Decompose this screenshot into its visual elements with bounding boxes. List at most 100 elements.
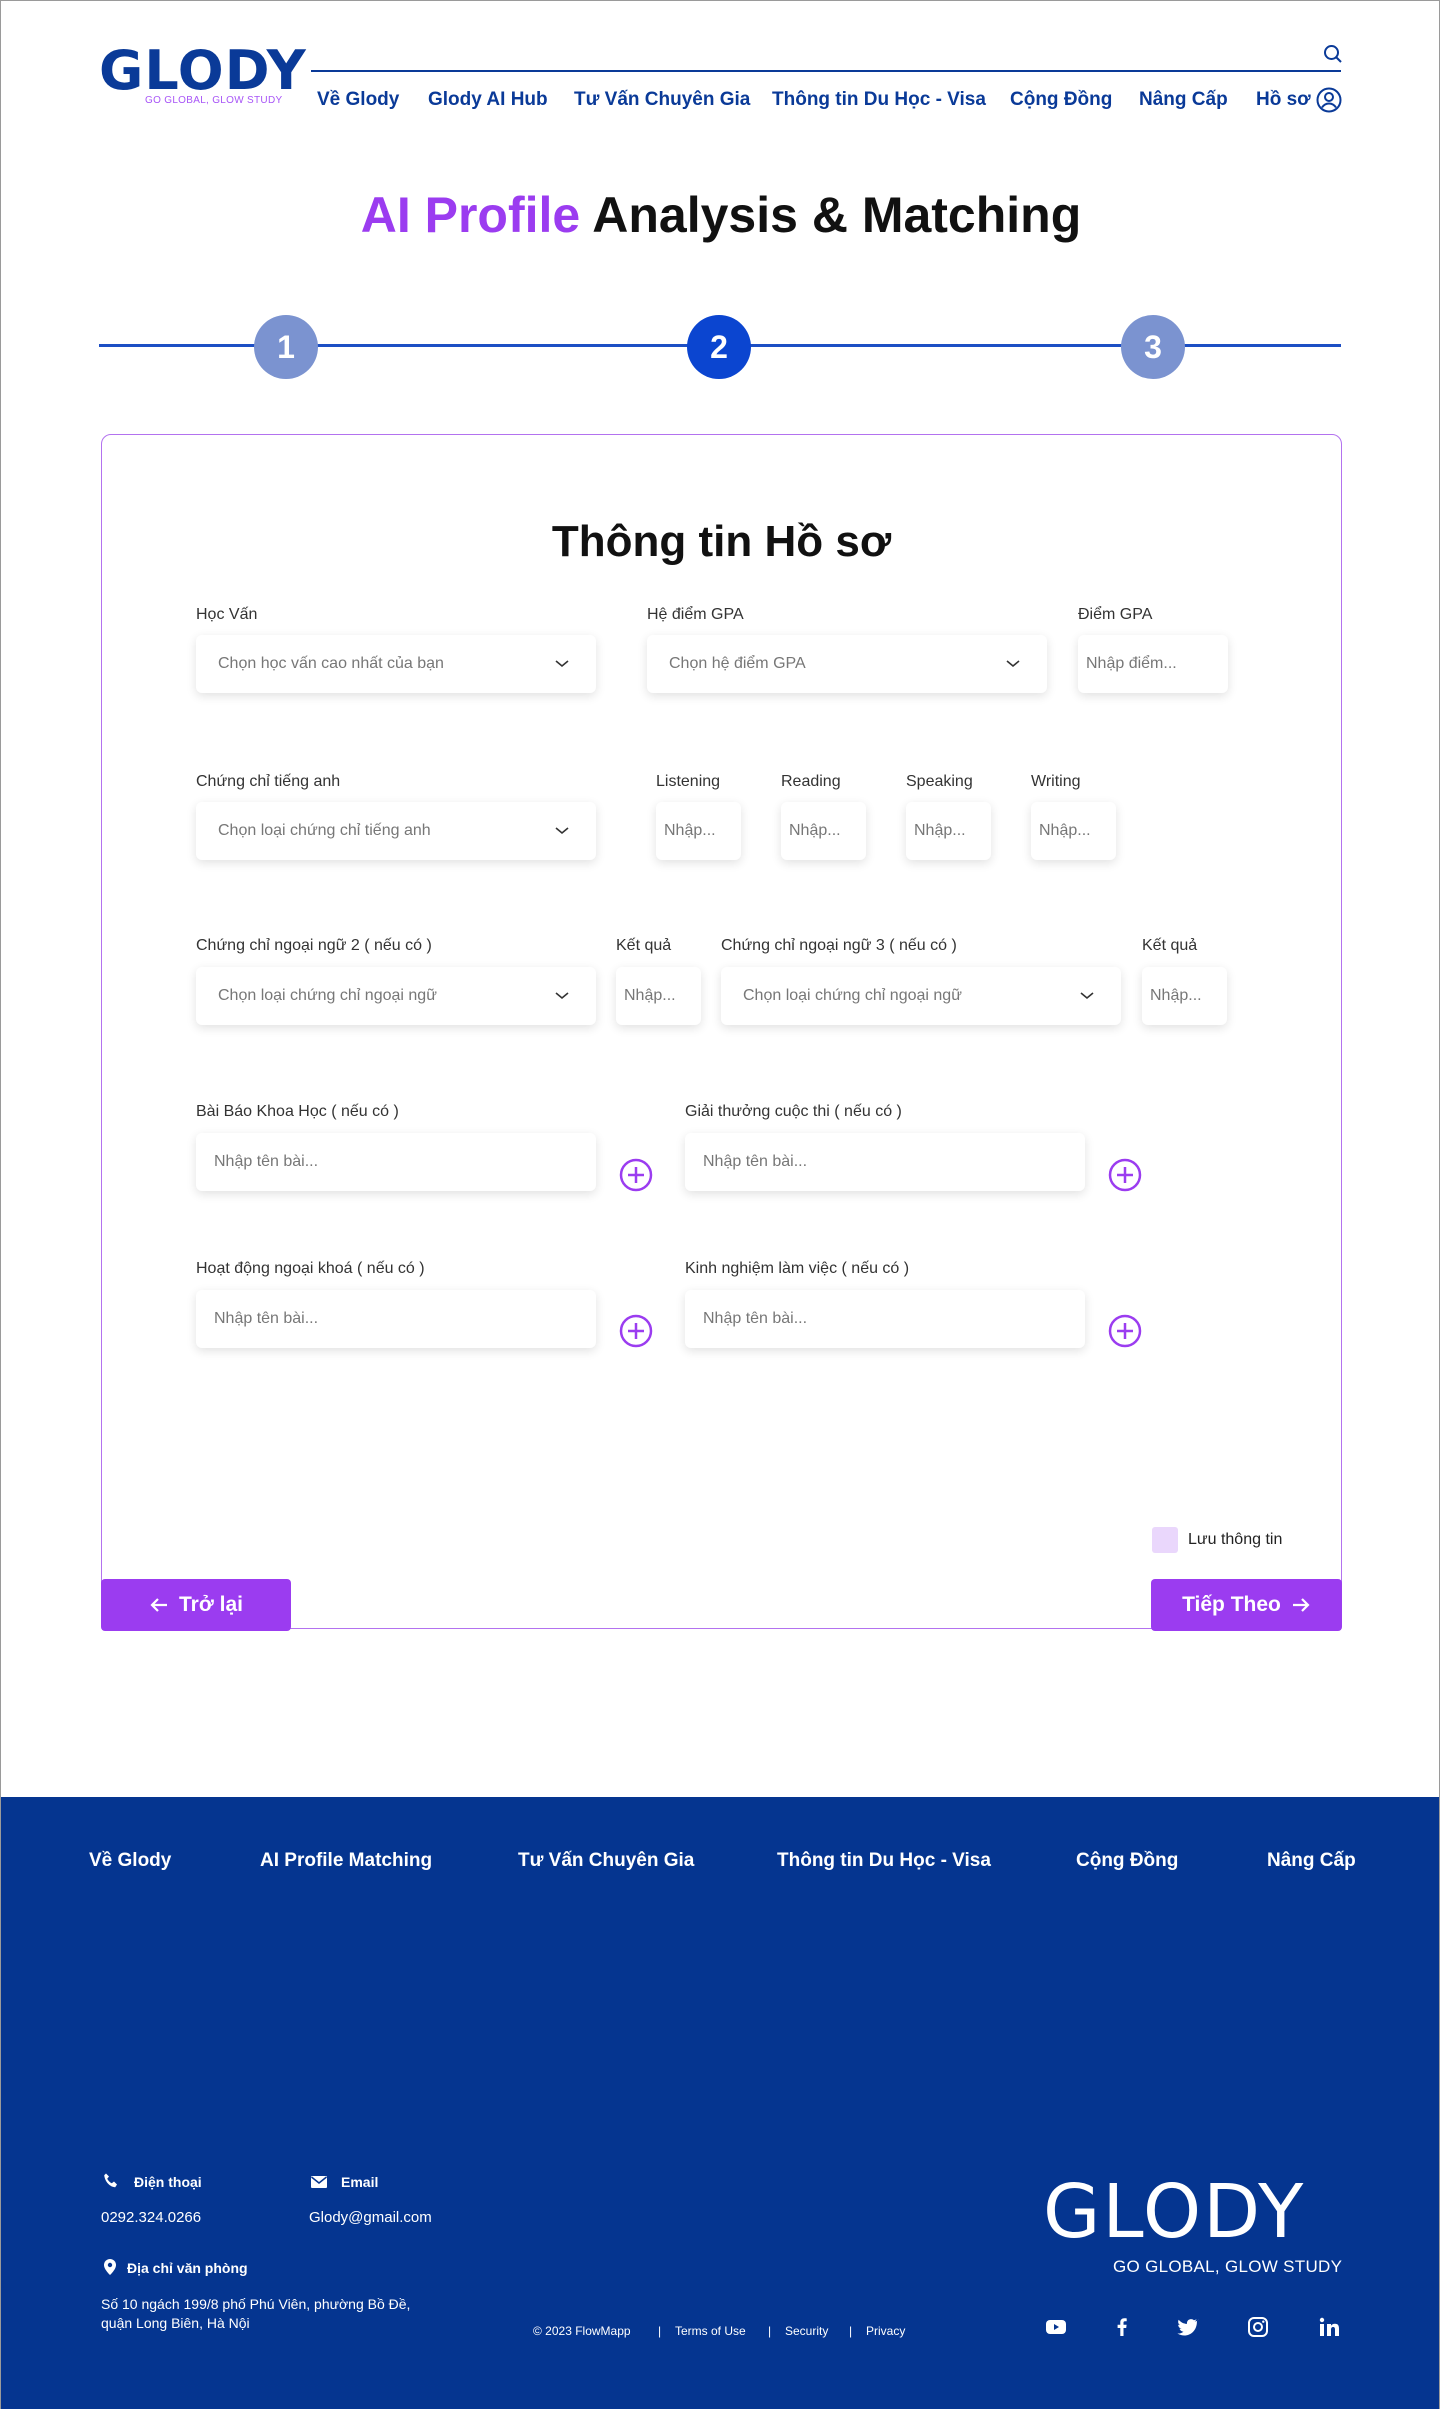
copyright: © 2023 FlowMapp [533,2324,631,2338]
gpa-input[interactable]: Nhập điểm... [1078,635,1228,693]
lang3-result-input[interactable]: Nhập... [1142,967,1227,1025]
awards-label: Giải thưởng cuộc thi ( nếu có ) [685,1103,902,1120]
lang3-select[interactable]: Chọn loại chứng chỉ ngoại ngữ [721,967,1121,1025]
twitter-icon[interactable] [1175,2315,1199,2339]
add-award-icon[interactable] [1108,1158,1142,1192]
reading-input[interactable]: Nhập... [781,802,866,860]
form-title: Thông tin Hồ sơ [551,517,892,566]
footer-nav-ve-glody[interactable]: Về Glody [89,1850,171,1872]
english-cert-select[interactable]: Chọn loại chứng chỉ tiếng anh [196,802,596,860]
chevron-down-icon [555,827,569,835]
papers-placeholder: Nhập tên bài... [214,1153,319,1170]
logo-tagline: GO GLOBAL, GLOW STUDY [145,95,283,106]
terms-link[interactable]: Terms of Use [675,2324,746,2338]
phone-icon [104,2173,117,2188]
nav-du-hoc-visa[interactable]: Thông tin Du Học - Visa [772,89,986,111]
save-info-checkbox[interactable] [1152,1527,1178,1553]
lang2-result-placeholder: Nhập... [624,987,676,1004]
lang2-select[interactable]: Chọn loại chứng chỉ ngoại ngữ [196,967,596,1025]
nav-tu-van[interactable]: Tư Vấn Chuyên Gia [574,89,750,111]
awards-input[interactable]: Nhập tên bài... [685,1133,1085,1191]
add-paper-icon[interactable] [619,1158,653,1192]
listening-placeholder: Nhập... [664,822,716,839]
lang2-label: Chứng chỉ ngoại ngữ 2 ( nếu có ) [196,937,432,954]
papers-input[interactable]: Nhập tên bài... [196,1133,596,1191]
footer-logo[interactable]: GLODY GO GLOBAL, GLOW STUDY [1043,2173,1343,2283]
footer-logo-tagline: GO GLOBAL, GLOW STUDY [1113,2257,1343,2276]
chevron-down-icon [1080,992,1094,1000]
nav-nang-cap[interactable]: Nâng Cấp [1139,89,1228,111]
phone-value[interactable]: 0292.324.0266 [101,2209,201,2226]
step-3[interactable]: 3 [1121,315,1185,379]
lang3-label: Chứng chỉ ngoại ngữ 3 ( nếu có ) [721,937,957,954]
activities-label: Hoạt động ngoại khoá ( nếu có ) [196,1260,425,1277]
privacy-link[interactable]: Privacy [866,2324,905,2338]
experience-input[interactable]: Nhập tên bài... [685,1290,1085,1348]
footer-nav-ai-profile[interactable]: AI Profile Matching [260,1850,432,1872]
facebook-icon[interactable] [1110,2315,1134,2339]
gpa-system-placeholder: Chọn hệ điểm GPA [669,655,806,672]
nav-cong-dong[interactable]: Cộng Đồng [1010,89,1112,111]
footer-nav-nang-cap[interactable]: Nâng Cấp [1267,1850,1356,1872]
footer-nav-du-hoc-visa[interactable]: Thông tin Du Học - Visa [777,1850,991,1872]
activities-input[interactable]: Nhập tên bài... [196,1290,596,1348]
legal-divider: | [768,2324,772,2338]
lang3-result-placeholder: Nhập... [1150,987,1202,1004]
reading-label: Reading [781,773,841,790]
chevron-down-icon [555,992,569,1000]
lang2-result-input[interactable]: Nhập... [616,967,701,1025]
add-activity-icon[interactable] [619,1314,653,1348]
email-value[interactable]: Glody@gmail.com [309,2209,432,2226]
security-link[interactable]: Security [785,2324,828,2338]
profile-form-card: Thông tin Hồ sơ Học Vấn Chọn học vấn cao… [101,434,1342,1631]
page: GLODY GO GLOBAL, GLOW STUDY Về Glody Glo… [0,0,1440,2409]
writing-placeholder: Nhập... [1039,822,1091,839]
speaking-label: Speaking [906,773,973,790]
listening-label: Listening [656,773,721,790]
arrow-left-icon [150,1598,168,1612]
page-title-accent: AI Profile [360,187,581,243]
legal-divider: | [658,2324,662,2338]
step-2[interactable]: 2 [687,315,751,379]
youtube-icon[interactable] [1044,2315,1068,2339]
footer-logo-wordmark: GLODY [1043,2169,1306,2255]
gpa-system-select[interactable]: Chọn hệ điểm GPA [647,635,1047,693]
address-value: Số 10 ngách 199/8 phố Phú Viên, phường B… [101,2296,411,2331]
speaking-input[interactable]: Nhập... [906,802,991,860]
search-underline [311,70,1341,72]
lang3-placeholder: Chọn loại chứng chỉ ngoại ngữ [743,987,962,1004]
footer-nav-cong-dong[interactable]: Cộng Đồng [1076,1850,1178,1872]
nav-ho-so[interactable]: Hồ sơ [1256,89,1311,111]
education-select[interactable]: Chọn học vấn cao nhất của bạn [196,635,596,693]
glody-logo[interactable]: GLODY GO GLOBAL, GLOW STUDY [99,43,306,111]
nav-ai-hub[interactable]: Glody AI Hub [428,89,548,111]
chevron-down-icon [1006,660,1020,668]
linkedin-icon[interactable] [1317,2315,1341,2339]
page-title: AI Profile Analysis & Matching [1,186,1440,244]
experience-placeholder: Nhập tên bài... [703,1310,808,1327]
page-title-rest: Analysis & Matching [592,187,1082,243]
lang3-result-label: Kết quả [1142,937,1198,954]
user-icon[interactable] [1316,87,1342,113]
footer: Về Glody AI Profile Matching Tư Vấn Chuy… [1,1797,1439,2409]
add-experience-icon[interactable] [1108,1314,1142,1348]
writing-input[interactable]: Nhập... [1031,802,1116,860]
email-icon [311,2176,327,2188]
education-label: Học Vấn [196,606,258,623]
footer-nav-tu-van[interactable]: Tư Vấn Chuyên Gia [518,1850,694,1872]
address-label: Địa chỉ văn phòng [127,2260,248,2276]
awards-placeholder: Nhập tên bài... [703,1153,808,1170]
lang2-placeholder: Chọn loại chứng chỉ ngoại ngữ [218,987,437,1004]
listening-input[interactable]: Nhập... [656,802,741,860]
legal-divider: | [849,2324,853,2338]
gpa-placeholder: Nhập điểm... [1086,655,1177,672]
instagram-icon[interactable] [1246,2315,1270,2339]
activities-placeholder: Nhập tên bài... [214,1310,319,1327]
step-1[interactable]: 1 [254,315,318,379]
back-button[interactable]: Trở lại [101,1579,291,1631]
nav-ve-glody[interactable]: Về Glody [317,89,399,111]
english-cert-placeholder: Chọn loại chứng chỉ tiếng anh [218,822,431,839]
next-button-label: Tiếp Theo [1182,1593,1281,1616]
next-button[interactable]: Tiếp Theo [1151,1579,1342,1631]
search-icon[interactable] [1323,44,1343,64]
